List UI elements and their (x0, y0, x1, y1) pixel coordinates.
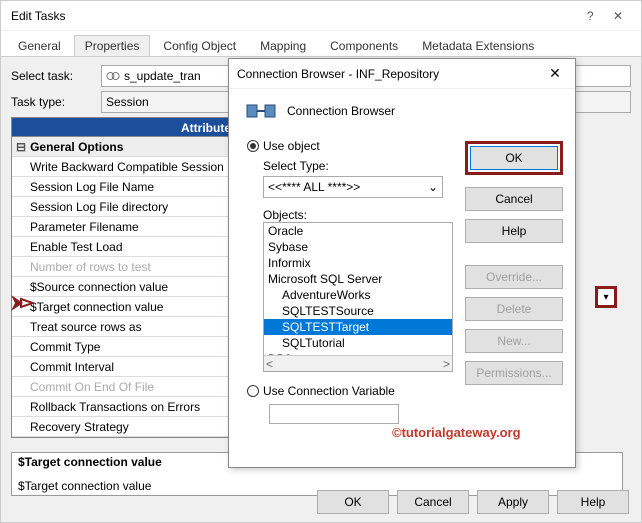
cancel-button[interactable]: Cancel (397, 490, 469, 514)
tab-components[interactable]: Components (319, 35, 409, 56)
chevron-down-icon: ⌄ (428, 180, 438, 194)
list-item[interactable]: SQLTESTSource (264, 303, 452, 319)
cell-dropdown-button[interactable]: ▾ (595, 286, 617, 308)
select-type-label: Select Type: (263, 159, 453, 173)
use-object-label: Use object (263, 139, 320, 153)
list-item[interactable]: Oracle (264, 223, 452, 239)
task-type-label: Task type: (11, 95, 101, 109)
dialog-header: Connection Browser (229, 89, 575, 139)
horizontal-scrollbar[interactable]: <> (264, 355, 452, 371)
list-item[interactable]: AdventureWorks (264, 287, 452, 303)
tab-metadata-extensions[interactable]: Metadata Extensions (411, 35, 545, 56)
dialog-help-button[interactable]: Help (465, 219, 563, 243)
select-type-value: <<**** ALL ****>> (268, 180, 360, 194)
list-item[interactable]: Microsoft SQL Server (264, 271, 452, 287)
override-button[interactable]: Override... (465, 265, 563, 289)
list-item[interactable]: Informix (264, 255, 452, 271)
list-item[interactable]: SQLTutorial (264, 335, 452, 351)
select-task-label: Select task: (11, 69, 101, 83)
dialog-header-text: Connection Browser (287, 104, 395, 118)
task-type-value: Session (106, 95, 149, 109)
ok-highlight-box: OK (465, 141, 563, 175)
connection-icon (245, 99, 277, 123)
help-icon[interactable]: ? (579, 9, 602, 23)
use-conn-var-label: Use Connection Variable (263, 384, 395, 398)
connection-browser-dialog: Connection Browser - INF_Repository ✕ Co… (228, 58, 576, 468)
tab-general[interactable]: General (7, 35, 72, 56)
apply-button[interactable]: Apply (477, 490, 549, 514)
dialog-buttons: OK Cancel Apply Help (317, 490, 629, 514)
dialog-ok-button[interactable]: OK (470, 146, 558, 170)
tab-properties[interactable]: Properties (74, 35, 151, 56)
dialog-close-icon[interactable]: ✕ (543, 65, 567, 82)
task-icon (106, 69, 120, 83)
dialog-cancel-button[interactable]: Cancel (465, 187, 563, 211)
objects-label: Objects: (263, 208, 453, 222)
objects-list[interactable]: Oracle Sybase Informix Microsoft SQL Ser… (263, 222, 453, 372)
use-object-radio[interactable]: Use object (247, 139, 453, 153)
select-task-value: s_update_tran (124, 69, 201, 83)
delete-button[interactable]: Delete (465, 297, 563, 321)
annotation-arrow-icon (11, 295, 33, 311)
dialog-titlebar: Connection Browser - INF_Repository ✕ (229, 59, 575, 89)
conn-var-input[interactable] (269, 404, 399, 424)
select-type-combo[interactable]: <<**** ALL ****>> ⌄ (263, 176, 443, 198)
radio-icon (247, 140, 259, 152)
new-button[interactable]: New... (465, 329, 563, 353)
chevron-down-icon: ▾ (603, 292, 608, 303)
radio-icon (247, 385, 259, 397)
window-titlebar: Edit Tasks ? ✕ (1, 1, 641, 31)
tab-bar: General Properties Config Object Mapping… (1, 31, 641, 57)
list-item-selected[interactable]: SQLTESTTarget (264, 319, 452, 335)
dialog-title: Connection Browser - INF_Repository (237, 67, 439, 81)
tab-mapping[interactable]: Mapping (249, 35, 317, 56)
watermark: ©tutorialgateway.org (392, 425, 521, 440)
list-item[interactable]: Sybase (264, 239, 452, 255)
help-button[interactable]: Help (557, 490, 629, 514)
permissions-button[interactable]: Permissions... (465, 361, 563, 385)
window-title: Edit Tasks (11, 1, 65, 31)
close-icon[interactable]: ✕ (605, 9, 631, 23)
use-conn-var-radio[interactable]: Use Connection Variable (247, 384, 453, 398)
ok-button[interactable]: OK (317, 490, 389, 514)
tab-config-object[interactable]: Config Object (152, 35, 247, 56)
